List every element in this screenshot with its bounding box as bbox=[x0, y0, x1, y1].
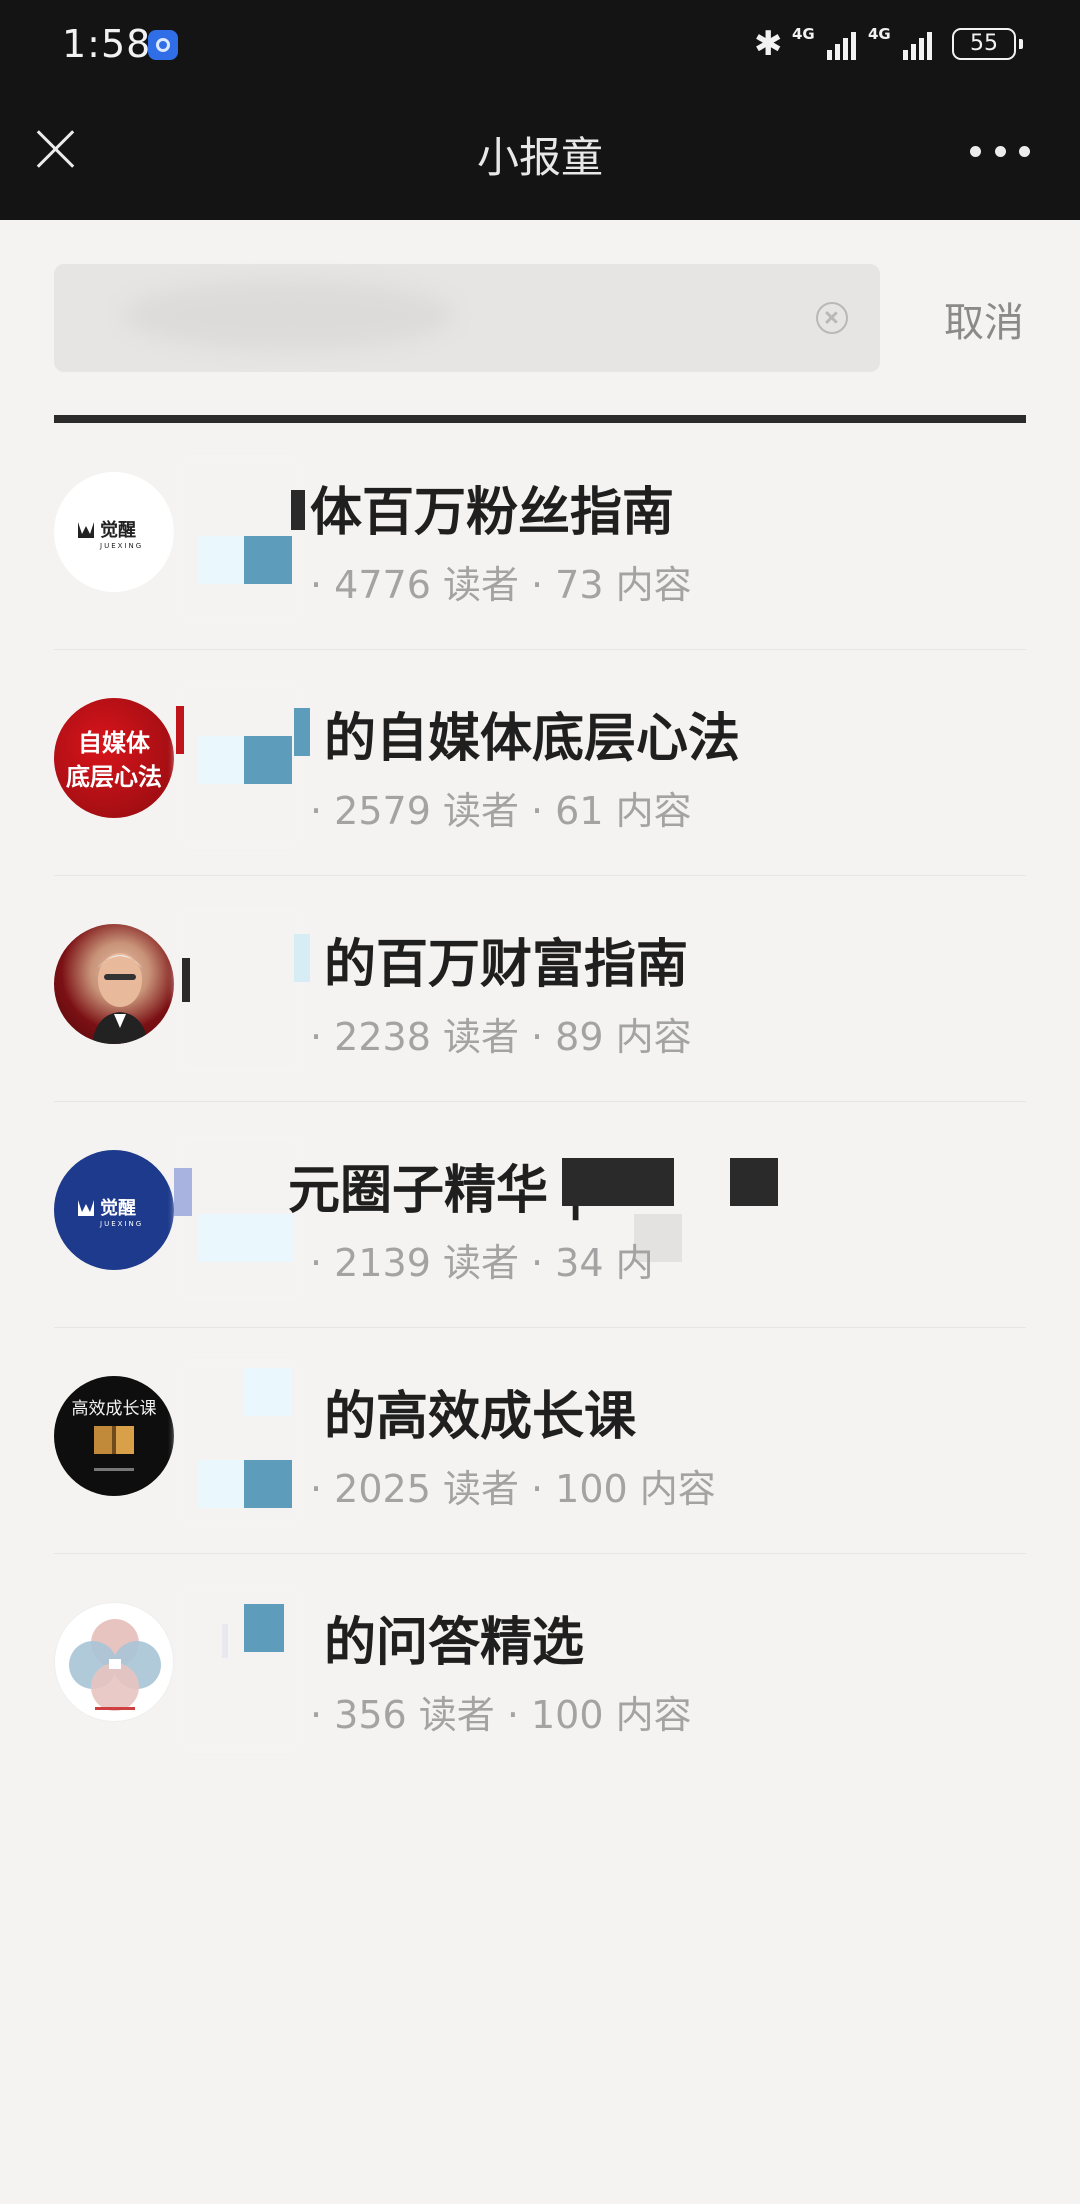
redaction-pixel bbox=[244, 536, 292, 584]
result-meta: · 2139 读者 · 34 内 bbox=[310, 1241, 654, 1285]
network-type-2: 4G bbox=[868, 25, 891, 43]
network-type-1: 4G bbox=[792, 25, 815, 43]
result-title: 的百万财富指南 bbox=[324, 935, 689, 995]
battery-icon: 55 bbox=[952, 28, 1023, 60]
result-item[interactable]: 觉醒 JUEXING 元圈子精华 | · 2139 读者 · 34 内 bbox=[54, 1102, 1026, 1328]
result-meta: · 4776 读者 · 73 内容 bbox=[310, 563, 692, 607]
redaction-pixel bbox=[244, 1368, 292, 1416]
redaction-block bbox=[176, 706, 184, 754]
redaction-block bbox=[562, 1158, 674, 1206]
redaction-pixel bbox=[174, 1168, 192, 1216]
result-title: 的自媒体底层心法 bbox=[324, 709, 741, 769]
result-title: 的问答精选 bbox=[324, 1613, 585, 1673]
redaction-pixel bbox=[198, 1214, 294, 1262]
redaction-pixel bbox=[294, 708, 310, 756]
redaction-blur bbox=[176, 906, 304, 1076]
result-item[interactable]: 高效成长课 的高效成长课 · 2025 读者 · 100 内容 bbox=[54, 1328, 1026, 1554]
more-options-icon[interactable] bbox=[970, 146, 1030, 160]
redaction-block bbox=[182, 958, 190, 1002]
result-title: 的高效成长课 bbox=[324, 1387, 637, 1447]
result-meta: · 2238 读者 · 89 内容 bbox=[310, 1015, 692, 1059]
avatar: 自媒体 底层心法 bbox=[54, 698, 174, 818]
status-icons: ✱ 4G 4G 55 bbox=[754, 24, 1023, 64]
status-time: 1:58 bbox=[62, 22, 152, 66]
signal-icon-2: 4G bbox=[868, 24, 932, 64]
avatar: 觉醒 JUEXING bbox=[54, 1150, 174, 1270]
search-text-blur bbox=[124, 280, 454, 350]
clear-search-icon[interactable] bbox=[816, 302, 848, 334]
search-row: 取消 bbox=[54, 264, 1026, 372]
redaction-pixel bbox=[222, 1624, 228, 1658]
avatar bbox=[54, 1602, 174, 1722]
avatar-brand-sub: JUEXING bbox=[99, 542, 143, 550]
avatar: 高效成长课 bbox=[54, 1376, 174, 1496]
result-title: 体百万粉丝指南 bbox=[310, 483, 675, 543]
signal-icon-1: 4G bbox=[792, 24, 856, 64]
result-meta: · 356 读者 · 100 内容 bbox=[310, 1693, 692, 1737]
section-divider bbox=[54, 415, 1026, 423]
redaction-pixel bbox=[294, 934, 310, 982]
app-notification-icon bbox=[148, 30, 178, 60]
nav-bar: 小报童 bbox=[0, 90, 1080, 220]
cancel-button[interactable]: 取消 bbox=[944, 290, 1024, 348]
redaction-pixel bbox=[244, 1460, 292, 1508]
avatar bbox=[54, 924, 174, 1044]
result-meta: · 2579 读者 · 61 内容 bbox=[310, 789, 692, 833]
avatar-text: 自媒体 底层心法 bbox=[66, 729, 162, 791]
avatar: 觉醒 JUEXING bbox=[54, 472, 174, 592]
redaction-pixel bbox=[198, 1460, 246, 1508]
status-bar: 1:58 ✱ 4G 4G 55 bbox=[0, 0, 1080, 90]
redaction-pixel bbox=[198, 736, 246, 784]
redaction-block bbox=[730, 1158, 778, 1206]
result-meta: · 2025 读者 · 100 内容 bbox=[310, 1467, 716, 1511]
result-item[interactable]: 的问答精选 · 356 读者 · 100 内容 bbox=[54, 1554, 1026, 1780]
redaction-pixel bbox=[244, 1604, 284, 1652]
top-bar: 1:58 ✱ 4G 4G 55 小报童 bbox=[0, 0, 1080, 220]
result-item[interactable]: 觉醒 JUEXING 体百万粉丝指南 · 4776 读者 · 73 内容 bbox=[54, 424, 1026, 650]
avatar-brand-text: 觉醒 bbox=[100, 1197, 136, 1219]
redaction-blur bbox=[176, 1584, 304, 1754]
avatar-brand-text: 觉醒 bbox=[100, 519, 136, 541]
page-title: 小报童 bbox=[476, 133, 603, 182]
search-results-list: 觉醒 JUEXING 体百万粉丝指南 · 4776 读者 · 73 内容 自媒体… bbox=[54, 424, 1026, 1780]
bluetooth-icon: ✱ bbox=[754, 24, 783, 64]
result-item[interactable]: 自媒体 底层心法 的自媒体底层心法 · 2579 读者 · 61 内容 bbox=[54, 650, 1026, 876]
redaction-pixel bbox=[244, 736, 292, 784]
result-item[interactable]: 的百万财富指南 · 2238 读者 · 89 内容 bbox=[54, 876, 1026, 1102]
redaction-block bbox=[291, 490, 305, 530]
avatar-brand-sub: JUEXING bbox=[99, 1220, 143, 1228]
redaction-pixel bbox=[198, 536, 246, 584]
result-title: 元圈子精华 | bbox=[288, 1161, 586, 1221]
